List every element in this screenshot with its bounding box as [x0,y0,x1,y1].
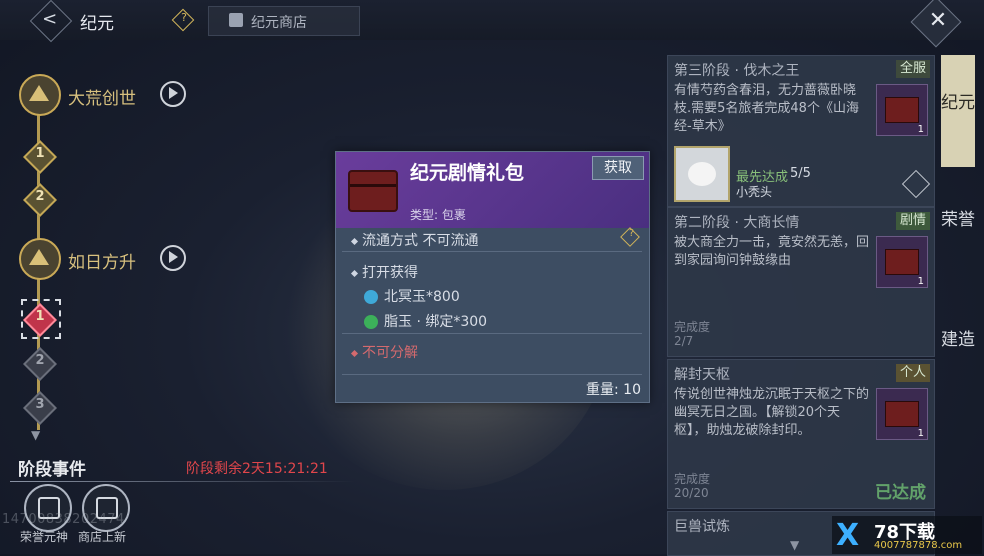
divider [342,374,642,375]
avatar [674,146,730,202]
tab-build[interactable]: 建造 [941,330,975,350]
shop-icon [229,13,243,27]
progress-label: 完成度 [674,472,711,486]
reward-item: 北冥玉*800 [364,286,460,306]
divider [342,251,642,252]
open-obtain-row: 打开获得 [350,262,418,282]
stage-remaining-time: 阶段剩余2天15:21:21 [186,461,328,477]
help-icon[interactable]: ? [620,227,640,247]
close-button[interactable]: ✕ [910,0,962,48]
card-title: 第二阶段 · 大商长情 [674,215,800,231]
mountain-icon [29,85,49,101]
help-icon[interactable]: ? [171,8,195,32]
stage-node[interactable]: 1 [23,140,57,174]
back-button[interactable]: < [29,0,73,43]
era-shop-tab[interactable]: 纪元商店 [208,6,360,36]
reward-item: 脂玉 · 绑定*300 [364,311,487,331]
stage-card-1[interactable]: 第三阶段 · 伐木之王 全服 有情芍药含春泪，无力蔷薇卧晓枝.需要5名旅者完成4… [667,55,935,207]
card-description: 被大商全力一击，竟安然无恙，回到家园询问钟鼓缘由 [674,235,870,268]
first-reach-player: 小秃头 [736,185,773,199]
popup-header: 纪元剧情礼包 获取 类型: 包裹 [336,152,649,228]
item-type: 类型: 包裹 [410,208,466,222]
divider [342,333,642,334]
reached-status: 已达成 [875,483,926,503]
progress-value: 20/20 [674,486,709,500]
item-tooltip-popup: 纪元剧情礼包 获取 类型: 包裹 流通方式 不可流通 ? 打开获得 北冥玉*80… [335,151,650,403]
site-watermark: X 78下载 4007787878.com [832,516,982,554]
close-icon: ✕ [928,7,948,33]
play-story-button-1[interactable] [160,81,186,107]
reward-item-slot[interactable]: 1 [876,84,928,136]
page-title: 纪元 [80,14,114,34]
treasure-chest-icon [885,401,919,427]
zhi-jade-icon [364,315,378,329]
era-shop-label: 纪元商店 [251,15,307,31]
item-name: 纪元剧情礼包 [410,162,525,184]
honor-spirit-label: 荣誉元神 [20,530,69,544]
card-title: 解封天枢 [674,367,730,383]
scroll-down-chevron-icon[interactable]: ▼ [31,428,40,442]
progress-label: 完成度 [674,320,711,334]
circulation-row: 流通方式 不可流通 [350,230,478,250]
treasure-chest-icon [348,170,398,212]
scope-tag: 个人 [896,364,930,382]
play-icon [169,87,178,99]
stage-card-2[interactable]: 第二阶段 · 大商长情 剧情 被大商全力一击，竟安然无恙，回到家园询问钟鼓缘由 … [667,207,935,357]
stage-events-title: 阶段事件 [18,460,86,480]
shop-new-label: 商店上新 [78,530,127,544]
treasure-chest-icon [885,249,919,275]
scope-tag: 全服 [896,60,930,78]
bullet-diamond-icon [350,269,359,277]
tab-era[interactable]: 纪元 [941,55,975,167]
era-medallion-2[interactable] [19,238,61,280]
list-icon[interactable] [901,169,931,199]
stage-card-3[interactable]: 解封天枢 个人 传说创世神烛龙沉眠于天枢之下的幽冥无日之国。【解锁20个天枢】，… [667,359,935,509]
back-arrow-icon: < [42,8,58,30]
non-decomposable-row: 不可分解 [350,342,418,362]
tab-honor[interactable]: 荣誉 [941,210,975,230]
watermark-logo-icon: X [836,518,860,553]
stage-node[interactable]: 3 [23,391,57,425]
reward-item-slot[interactable]: 1 [876,388,928,440]
era-label-1[interactable]: 大荒创世 [68,84,136,109]
card-description: 有情芍药含春泪，无力蔷薇卧晓枝.需要5名旅者完成48个《山海经-草木》 [674,83,859,134]
play-icon [169,251,178,263]
era-medallion-1[interactable] [19,74,61,116]
scope-tag: 剧情 [896,212,930,230]
era-label-2[interactable]: 如日方升 [68,248,136,273]
mountain-icon [29,249,49,265]
first-reach-count: 5/5 [790,166,811,181]
card-title: 巨兽试炼 [674,519,730,535]
stage-node[interactable]: 2 [23,347,57,381]
progress-value: 2/7 [674,334,694,348]
card-description: 传说创世神烛龙沉眠于天枢之下的幽冥无日之国。【解锁20个天枢】，助烛龙破除封印。 [674,387,870,438]
stage-node[interactable]: 2 [23,183,57,217]
scroll-down-chevron-icon[interactable]: ▼ [790,538,799,552]
watermark-url: 4007787878.com [874,540,963,551]
player-id-watermark: 14700838202474 [2,512,125,527]
acquire-button[interactable]: 获取 [592,156,644,180]
card-title: 第三阶段 · 伐木之王 [674,63,800,79]
item-weight: 重量: 10 [586,382,641,398]
top-bar: < 纪元 ? 纪元商店 ✕ [0,0,984,48]
divider [10,481,355,482]
bullet-diamond-icon [350,349,359,357]
beiming-jade-icon [364,290,378,304]
bullet-diamond-icon [350,237,359,245]
treasure-chest-icon [885,97,919,123]
reward-item-slot[interactable]: 1 [876,236,928,288]
play-story-button-2[interactable] [160,245,186,271]
